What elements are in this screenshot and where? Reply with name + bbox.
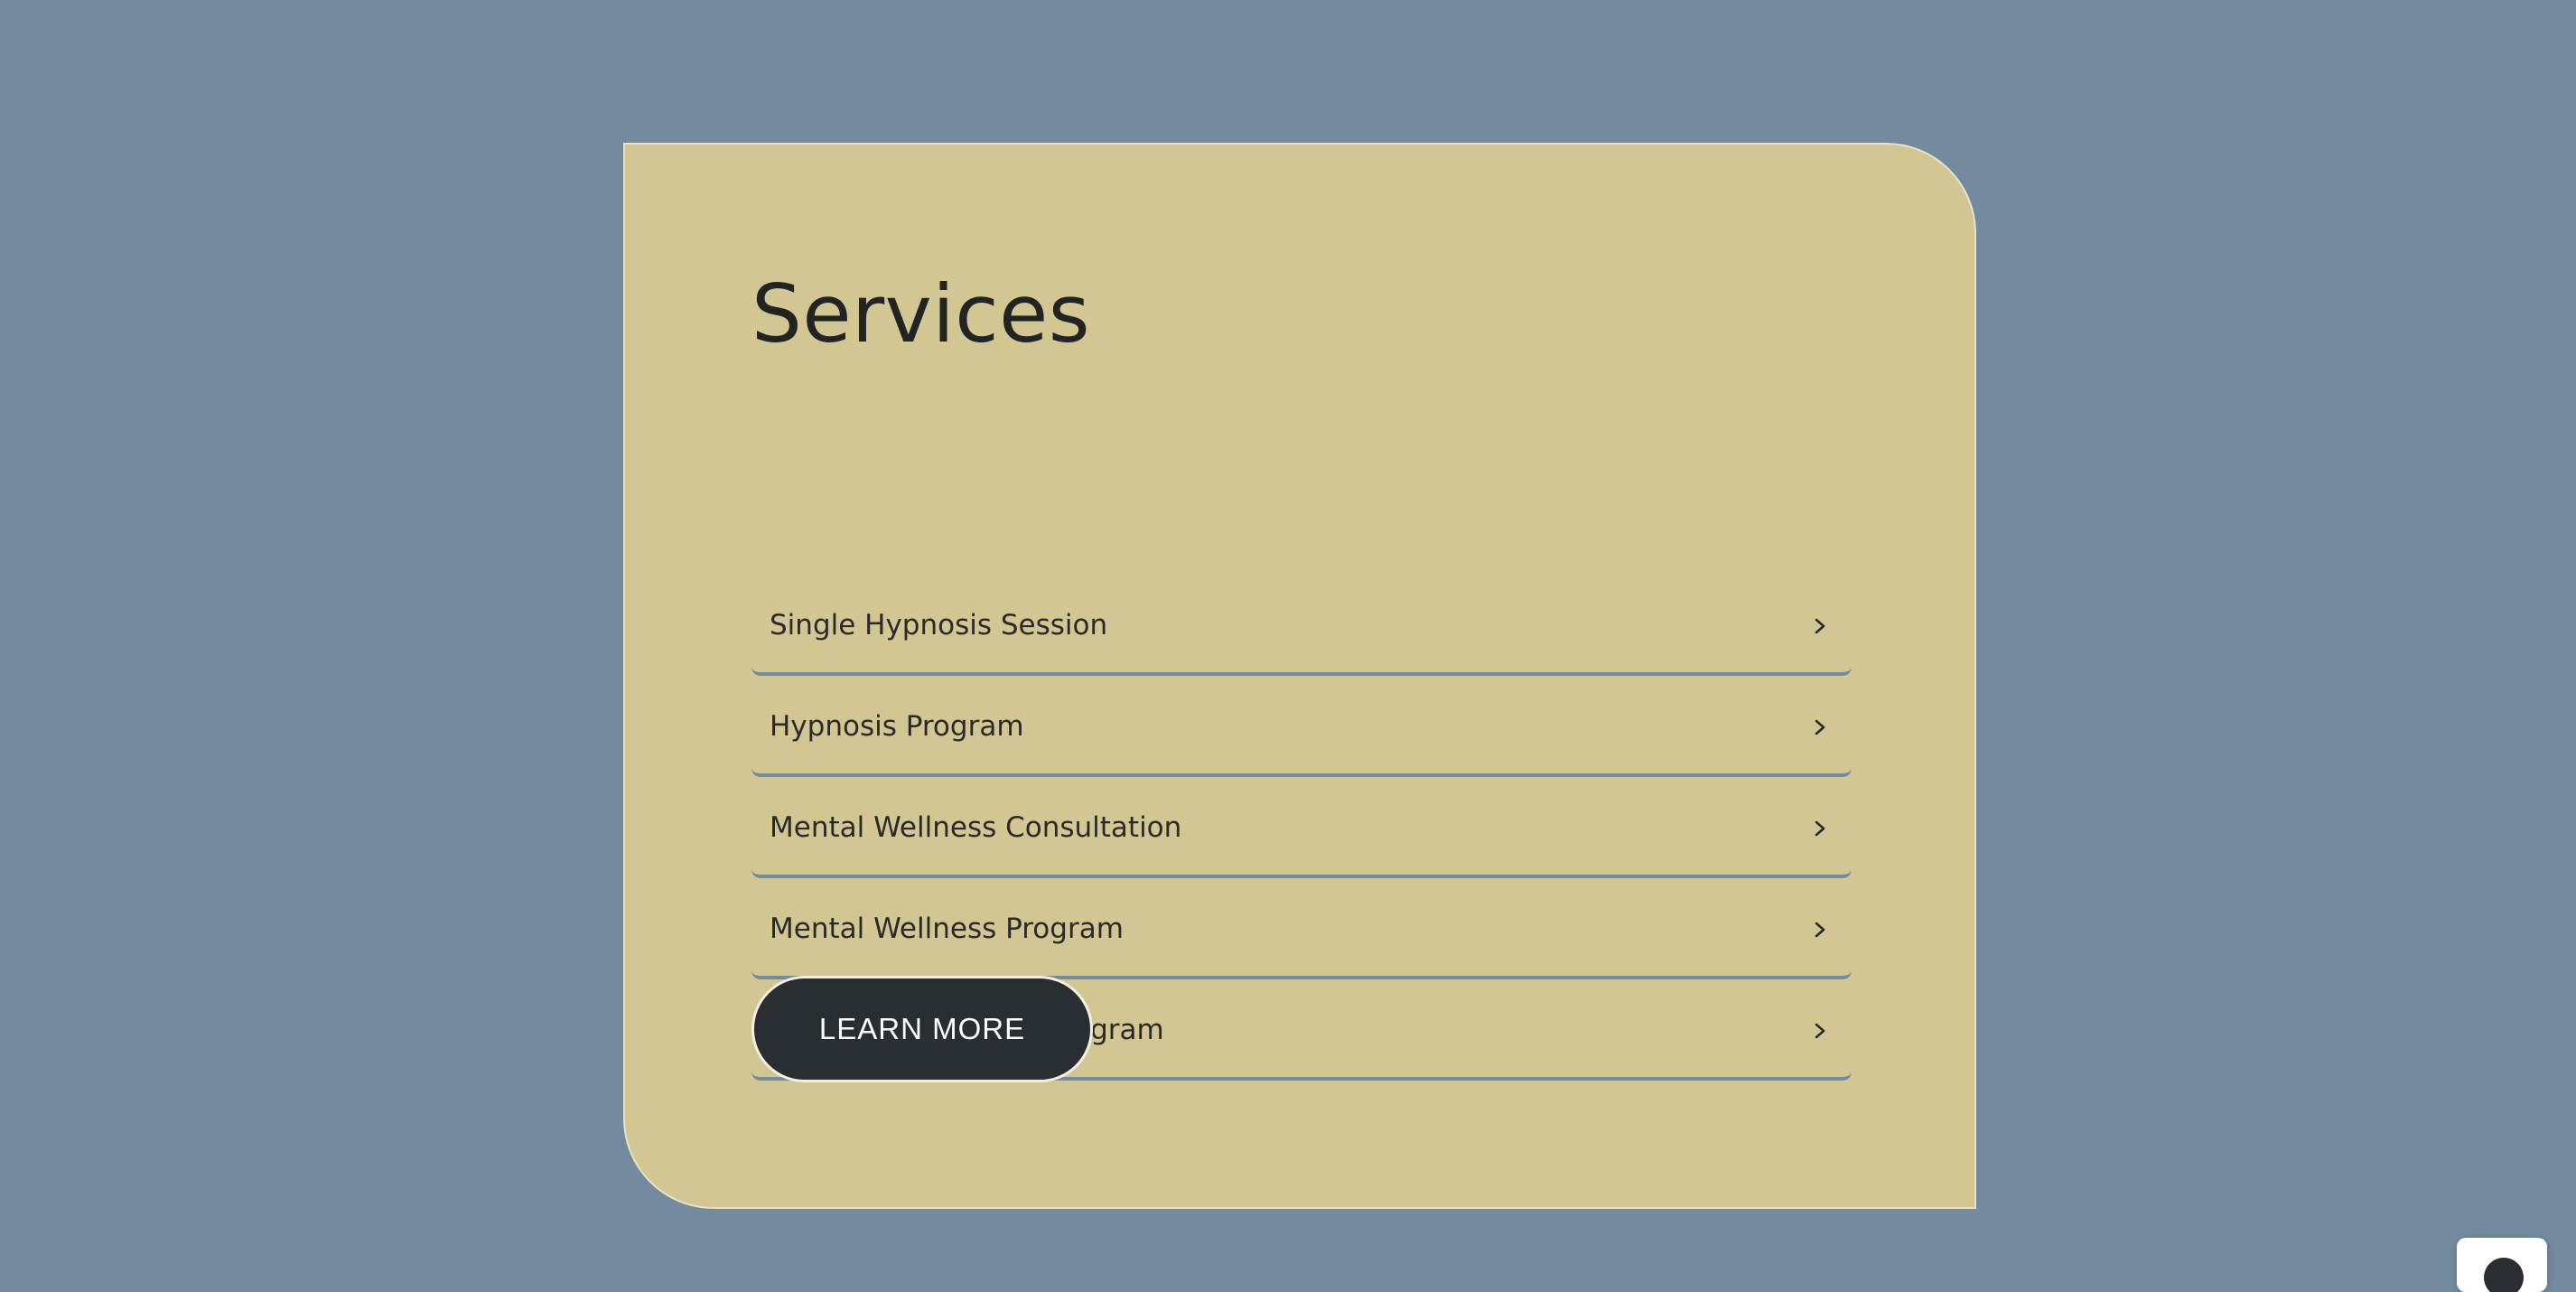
chevron-right-icon [1810,1021,1830,1041]
chevron-right-icon [1810,819,1830,838]
chat-icon [2484,1258,2524,1292]
service-item-hypnosis-program[interactable]: Hypnosis Program [751,679,1852,777]
service-item-label: Hypnosis Program [770,710,1024,743]
service-item-label: Mental Wellness Program [770,913,1124,945]
service-item-mental-wellness-consultation[interactable]: Mental Wellness Consultation [751,781,1852,878]
service-item-label: Single Hypnosis Session [770,609,1108,641]
service-item-mental-wellness-program[interactable]: Mental Wellness Program [751,882,1852,979]
chat-widget-button[interactable] [2457,1238,2547,1292]
services-title: Services [751,267,1091,360]
services-card: Services Single Hypnosis Session Hypnosi… [623,143,1976,1209]
chevron-right-icon [1810,616,1830,636]
chevron-right-icon [1810,717,1830,737]
chevron-right-icon [1810,920,1830,940]
service-item-single-hypnosis-session[interactable]: Single Hypnosis Session [751,578,1852,676]
service-item-label: Mental Wellness Consultation [770,811,1182,844]
learn-more-button[interactable]: LEARN MORE [751,976,1093,1082]
